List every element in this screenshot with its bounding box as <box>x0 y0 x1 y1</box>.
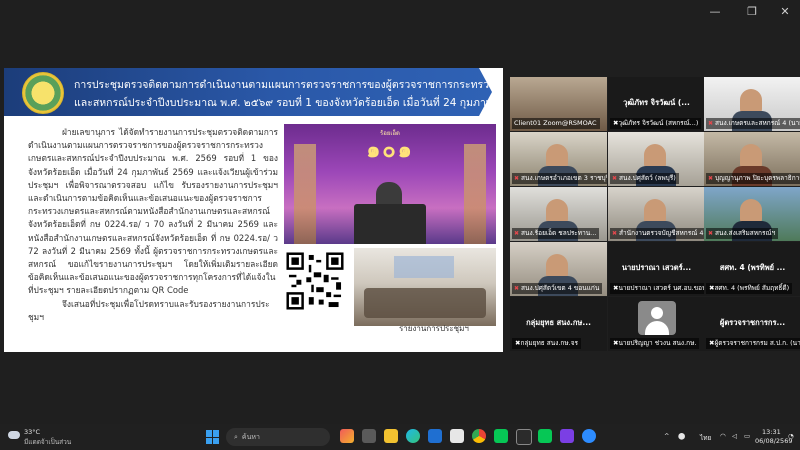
clock-time[interactable]: 13:31 <box>762 428 781 436</box>
mic-muted-icon: ✖ <box>708 230 714 237</box>
slide-banner: การประชุมตรวจติดตามการดำเนินงานตามแผนการ… <box>4 68 492 116</box>
notification-bell-icon[interactable]: ◔ <box>788 432 794 440</box>
app-icon[interactable] <box>516 429 532 445</box>
participant-tile[interactable]: นายปราณา เสวตร์... ✖นายปราณา เสวตร์ นศ.อ… <box>608 242 706 296</box>
participant-name: ✖ สนง.ปศุสัตว์ (ลพบุรี) <box>610 173 679 184</box>
line-app-icon[interactable] <box>538 429 552 443</box>
edge-browser-icon[interactable] <box>406 429 420 443</box>
participant-tile[interactable]: สศท. 4 (พรทิพย์ ... ✖สศท. 4 (พรทิพย์ สัม… <box>704 242 800 296</box>
participant-display-name: กลุ่มยุทธ สนง.กษ... <box>526 318 591 327</box>
mic-muted-icon: ✖ <box>708 120 714 127</box>
participant-video[interactable]: ✖ สนง.ปศุสัตว์ (ลพบุรี) <box>608 132 705 186</box>
clock-date[interactable]: 06/08/2569 <box>755 437 792 445</box>
participant-display-name: สศท. 4 (พรทิพย์ ... <box>719 263 786 272</box>
participant-display-name: ผู้ตรวจราชการกร... <box>719 318 786 327</box>
mic-muted-icon: ✖ <box>514 285 520 292</box>
participant-name: ✖ สนง.ปศุสัตว์เขต 4 ขอนแก่น <box>512 283 603 294</box>
start-button[interactable] <box>206 430 220 444</box>
battery-icon[interactable]: ▭ <box>744 432 750 440</box>
chrome-icon[interactable] <box>472 429 486 443</box>
mic-muted-icon: ✖ <box>708 175 714 182</box>
participant-name: ✖สศท. 4 (พรทิพย์ สัมฤทธิ์ดี) <box>706 283 793 294</box>
participant-video[interactable]: ✖ สนง.ส่งเสริมสหกรณ์ฯ <box>704 187 800 241</box>
slide-title-line2: และสหกรณ์ประจำปีงบประมาณ พ.ศ. ๒๕๖๙ รอบที… <box>74 97 537 109</box>
participant-tile[interactable]: ผู้ตรวจราชการกร... ✖ผู้ตรวจราชการกรม ส.ป… <box>704 297 800 351</box>
agency-logo <box>22 72 64 114</box>
participant-tile[interactable]: กลุ่มยุทธ สนง.กษ... ✖กลุ่มยุทธ สนง.กษ.จร <box>510 297 607 351</box>
weather-icon[interactable] <box>8 431 20 439</box>
volume-icon[interactable]: ◁ <box>732 432 737 440</box>
participant-name: ✖ สนง.ร้อยเอ็ด ชลประทาน... <box>512 228 600 239</box>
slide-body: ฝ่ายเลขานุการ ได้จัดทำรายงานการประชุมตรว… <box>28 126 278 324</box>
participant-name: ✖ผู้ตรวจราชการกรม ส.ป.ก. (นาย... <box>706 338 800 349</box>
slide-title-line1: การประชุมตรวจติดตามการดำเนินงานตามแผนการ… <box>74 79 524 91</box>
tray-app-icon[interactable]: ⬤ <box>678 432 685 440</box>
windows-taskbar: 33°C มีแดดจ้าเป็นส่วน ⌕ ค้นหา ^ ⬤ ไทย ◠ ◁… <box>0 424 800 450</box>
participant-name: ✖นายปราณา เสวตร์ นศ.อบ.ขอนแก่น... <box>610 283 706 294</box>
participant-video[interactable]: ✖บุญญานุภาพ ปิยะบุตรพลาธิการ 12 <box>704 132 800 186</box>
task-view-icon[interactable] <box>362 429 376 443</box>
mic-muted-icon: ✖ <box>514 175 520 182</box>
search-icon: ⌕ <box>234 433 238 441</box>
participant-video[interactable]: ✖สนง.เกษตรและสหกรณ์ 4 (นายปร... <box>704 77 800 131</box>
window-titlebar: — ❐ ✕ <box>0 0 800 24</box>
mic-muted-icon: ✖ <box>612 175 618 182</box>
mic-muted-icon: ✖ <box>612 230 618 237</box>
meeting-photo <box>354 248 496 326</box>
close-button[interactable]: ✕ <box>770 3 800 21</box>
slide-paragraph: จึงเสนอที่ประชุมเพื่อโปรดทราบและรับรองรา… <box>28 298 270 322</box>
app-icon[interactable] <box>560 429 574 443</box>
taskbar-search[interactable]: ⌕ ค้นหา <box>226 428 330 446</box>
slide-paragraph: ฝ่ายเลขานุการ ได้จัดทำรายงานการประชุมตรว… <box>28 127 278 296</box>
outlook-icon[interactable] <box>428 429 442 443</box>
podium <box>354 204 426 244</box>
shared-screen: การประชุมตรวจติดตามการดำเนินงานตามแผนการ… <box>4 68 503 352</box>
participant-name: ✖นายปริญญา ช่วงน สนง.กษ. <box>610 338 700 349</box>
participant-video[interactable]: ✖ สนง.ร้อยเอ็ด ชลประทาน... <box>510 187 607 241</box>
tray-chevron-icon[interactable]: ^ <box>664 432 669 440</box>
participant-name: Client01 Zoom@RSMOAC <box>512 118 600 129</box>
zoom-app-icon[interactable] <box>582 429 596 443</box>
participant-display-name: นายปราณา เสวตร์... <box>621 263 692 272</box>
default-avatar-icon <box>638 301 676 335</box>
weather-temp[interactable]: 33°C <box>24 428 40 436</box>
participant-display-name: วุฒิภัทร จิรวัฒน์ (... <box>623 98 690 107</box>
mic-muted-icon: ✖ <box>514 230 520 237</box>
participant-name: ✖ สำนักงานตรวจบัญชีสหกรณ์ 4 ... <box>610 228 705 239</box>
participant-name: ✖ สนง.ส่งเสริมสหกรณ์ฯ <box>706 228 779 239</box>
line-app-icon[interactable] <box>494 429 508 443</box>
participant-video[interactable]: ✖ สำนักงานตรวจบัญชีสหกรณ์ 4 ... <box>608 187 705 241</box>
event-photo-number: ๑๐๑ <box>366 138 414 163</box>
file-explorer-icon[interactable] <box>384 429 398 443</box>
participant-tile[interactable]: วุฒิภัทร จิรวัฒน์ (... ✖วุฒิภัทร จิรวัฒน… <box>608 77 705 131</box>
wifi-icon[interactable]: ◠ <box>720 432 726 440</box>
participant-video[interactable]: Client01 Zoom@RSMOAC <box>510 77 607 131</box>
store-icon[interactable] <box>450 429 464 443</box>
meeting-photo-caption: รายงานการประชุมฯ <box>399 324 469 333</box>
weather-desc[interactable]: มีแดดจ้าเป็นส่วน <box>24 437 71 447</box>
participant-video[interactable]: ✖ สนง.เกษตรอำเภอเขต 3 ราชบุรี <box>510 132 607 186</box>
participant-name: ✖สนง.เกษตรและสหกรณ์ 4 (นายปร... <box>706 118 800 129</box>
participant-video[interactable]: ✖ สนง.ปศุสัตว์เขต 4 ขอนแก่น <box>510 242 607 296</box>
event-photo: ร้อยเอ็ด ๑๐๑ <box>284 124 496 244</box>
participant-name: ✖ สนง.เกษตรอำเภอเขต 3 ราชบุรี <box>512 173 607 184</box>
input-language[interactable]: ไทย <box>700 433 711 443</box>
qr-code <box>284 250 346 312</box>
maximize-button[interactable]: ❐ <box>737 3 767 21</box>
minimize-button[interactable]: — <box>700 3 730 21</box>
widgets-app-icon[interactable] <box>340 429 354 443</box>
participant-tile[interactable]: ✖นายปริญญา ช่วงน สนง.กษ. <box>608 297 705 351</box>
participant-name: ✖วุฒิภัทร จิรวัฒน์ (สหกรณ์...) <box>610 118 702 129</box>
participant-name: ✖กลุ่มยุทธ สนง.กษ.จร <box>512 338 582 349</box>
participant-name: ✖บุญญานุภาพ ปิยะบุตรพลาธิการ 12 <box>706 173 800 184</box>
